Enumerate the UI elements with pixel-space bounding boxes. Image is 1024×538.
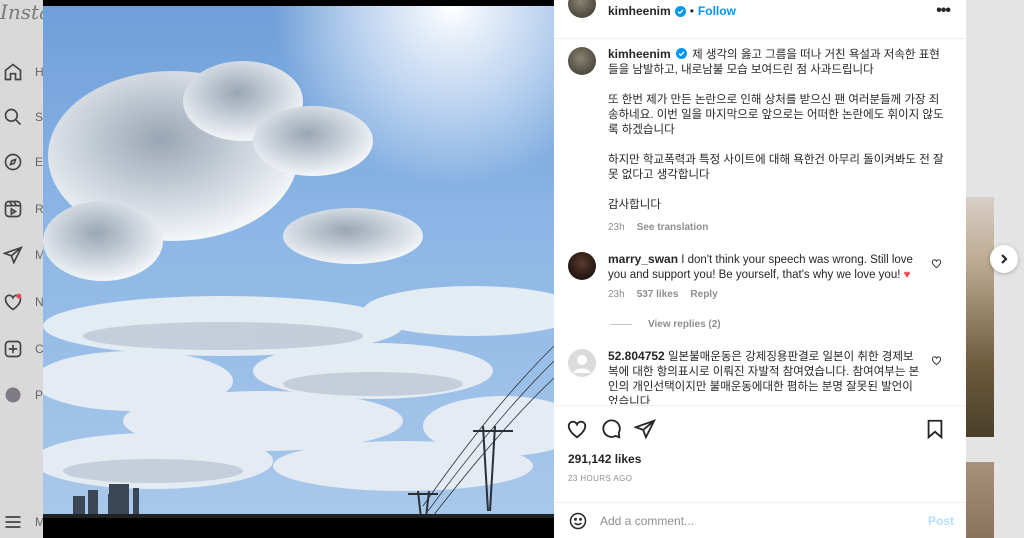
heart-emoji: ♥ xyxy=(903,269,911,281)
profile-icon xyxy=(5,387,21,403)
nav-more[interactable]: M xyxy=(0,510,45,534)
like-comment-icon[interactable] xyxy=(931,258,942,269)
comment-meta: 23h 537 likes Reply xyxy=(608,289,948,300)
view-replies-button[interactable]: View replies (2) xyxy=(610,319,721,330)
like-icon[interactable] xyxy=(566,418,588,440)
post-comment-button[interactable]: Post xyxy=(928,514,954,528)
emoji-icon[interactable] xyxy=(568,511,588,531)
nav-label: E xyxy=(35,155,44,169)
comment: marry_swan I don't think your speech was… xyxy=(568,252,948,300)
home-icon xyxy=(4,63,22,81)
nav-notifications[interactable]: N xyxy=(0,290,44,314)
verified-badge-icon xyxy=(674,5,686,17)
reels-icon xyxy=(4,200,22,218)
save-icon[interactable] xyxy=(924,418,946,440)
caption: kimheenim 제 생각의 옳고 그름을 떠나 거친 욕설과 저속한 표현들… xyxy=(568,47,948,235)
avatar[interactable] xyxy=(568,349,596,377)
see-translation-link[interactable]: See translation xyxy=(637,220,709,235)
avatar[interactable] xyxy=(568,47,596,75)
caption-username[interactable]: kimheenim xyxy=(608,47,671,61)
post-author-username[interactable]: kimheenim xyxy=(608,4,671,18)
nav-create[interactable]: C xyxy=(0,337,44,361)
next-post-button[interactable] xyxy=(990,245,1018,273)
add-comment-bar: Post xyxy=(554,502,966,538)
caption-paragraph: kimheenim 제 생각의 옳고 그름을 떠나 거친 욕설과 저속한 표현들… xyxy=(608,47,948,78)
avatar[interactable] xyxy=(568,252,596,280)
share-icon[interactable] xyxy=(634,418,656,440)
explore-icon xyxy=(4,153,22,171)
view-replies-label: View replies (2) xyxy=(648,319,721,330)
follow-button[interactable]: Follow xyxy=(698,4,736,18)
like-comment-icon[interactable] xyxy=(931,355,942,366)
comment-likes[interactable]: 537 likes xyxy=(637,289,679,300)
menu-icon xyxy=(5,516,21,528)
search-icon xyxy=(4,108,22,126)
comment-username[interactable]: marry_swan xyxy=(608,252,678,266)
caption-paragraph: 감사합니다 xyxy=(608,199,661,211)
caption-meta: 23h See translation xyxy=(608,220,948,235)
post-photo xyxy=(43,6,554,518)
comment-input[interactable] xyxy=(600,513,928,528)
background-thumbnail xyxy=(966,197,994,437)
caption-time: 23h xyxy=(608,222,625,233)
post-modal: kimheenim • Follow ••• kimheenim 제 생각의 옳… xyxy=(43,0,966,538)
create-icon xyxy=(4,340,22,358)
avatar[interactable] xyxy=(568,0,596,18)
nav-search[interactable]: S xyxy=(0,105,44,129)
nav-explore[interactable]: E xyxy=(0,150,44,174)
caption-paragraph: 하지만 학교폭력과 특정 사이트에 대해 욕한건 아무리 돌이켜봐도 전 잘못 … xyxy=(608,154,944,181)
chevron-right-icon xyxy=(1001,254,1008,264)
reply-button[interactable]: Reply xyxy=(690,289,717,300)
comment-username[interactable]: 52.804752 xyxy=(608,349,665,363)
comment-icon[interactable] xyxy=(600,418,622,440)
nav-label: P xyxy=(35,388,44,402)
background-thumbnail xyxy=(966,462,994,538)
nav-home[interactable]: H xyxy=(0,60,44,84)
comment: 52.804752 일본불매운동은 강제징용판결로 일본이 취한 경제보복에 대… xyxy=(568,349,948,404)
caption-paragraph: 또 한번 제가 만든 논란으로 인해 상처를 받으신 팬 여러분들께 가장 죄송… xyxy=(608,94,944,136)
comment-time: 23h xyxy=(608,289,625,300)
post-media xyxy=(43,0,554,538)
divider xyxy=(610,324,632,325)
nav-reels[interactable]: R xyxy=(0,197,44,221)
notifications-icon xyxy=(4,293,22,311)
nav-label: S xyxy=(35,110,44,124)
post-header: kimheenim • Follow ••• xyxy=(554,0,966,22)
nav-messages[interactable]: M xyxy=(0,243,45,267)
likes-count[interactable]: 291,142 likes xyxy=(568,452,641,466)
post-actions xyxy=(554,405,966,447)
default-avatar-icon xyxy=(573,355,591,373)
separator: • xyxy=(689,4,694,18)
messages-icon xyxy=(3,246,23,265)
nav-profile[interactable]: P xyxy=(0,383,44,407)
post-panel: kimheenim • Follow ••• kimheenim 제 생각의 옳… xyxy=(554,0,966,538)
comments-list[interactable]: kimheenim 제 생각의 옳고 그름을 떠나 거친 욕설과 저속한 표현들… xyxy=(554,38,966,404)
verified-badge-icon xyxy=(675,48,687,59)
post-timestamp: 23 HOURS AGO xyxy=(568,474,633,483)
more-options-button[interactable]: ••• xyxy=(936,2,951,20)
